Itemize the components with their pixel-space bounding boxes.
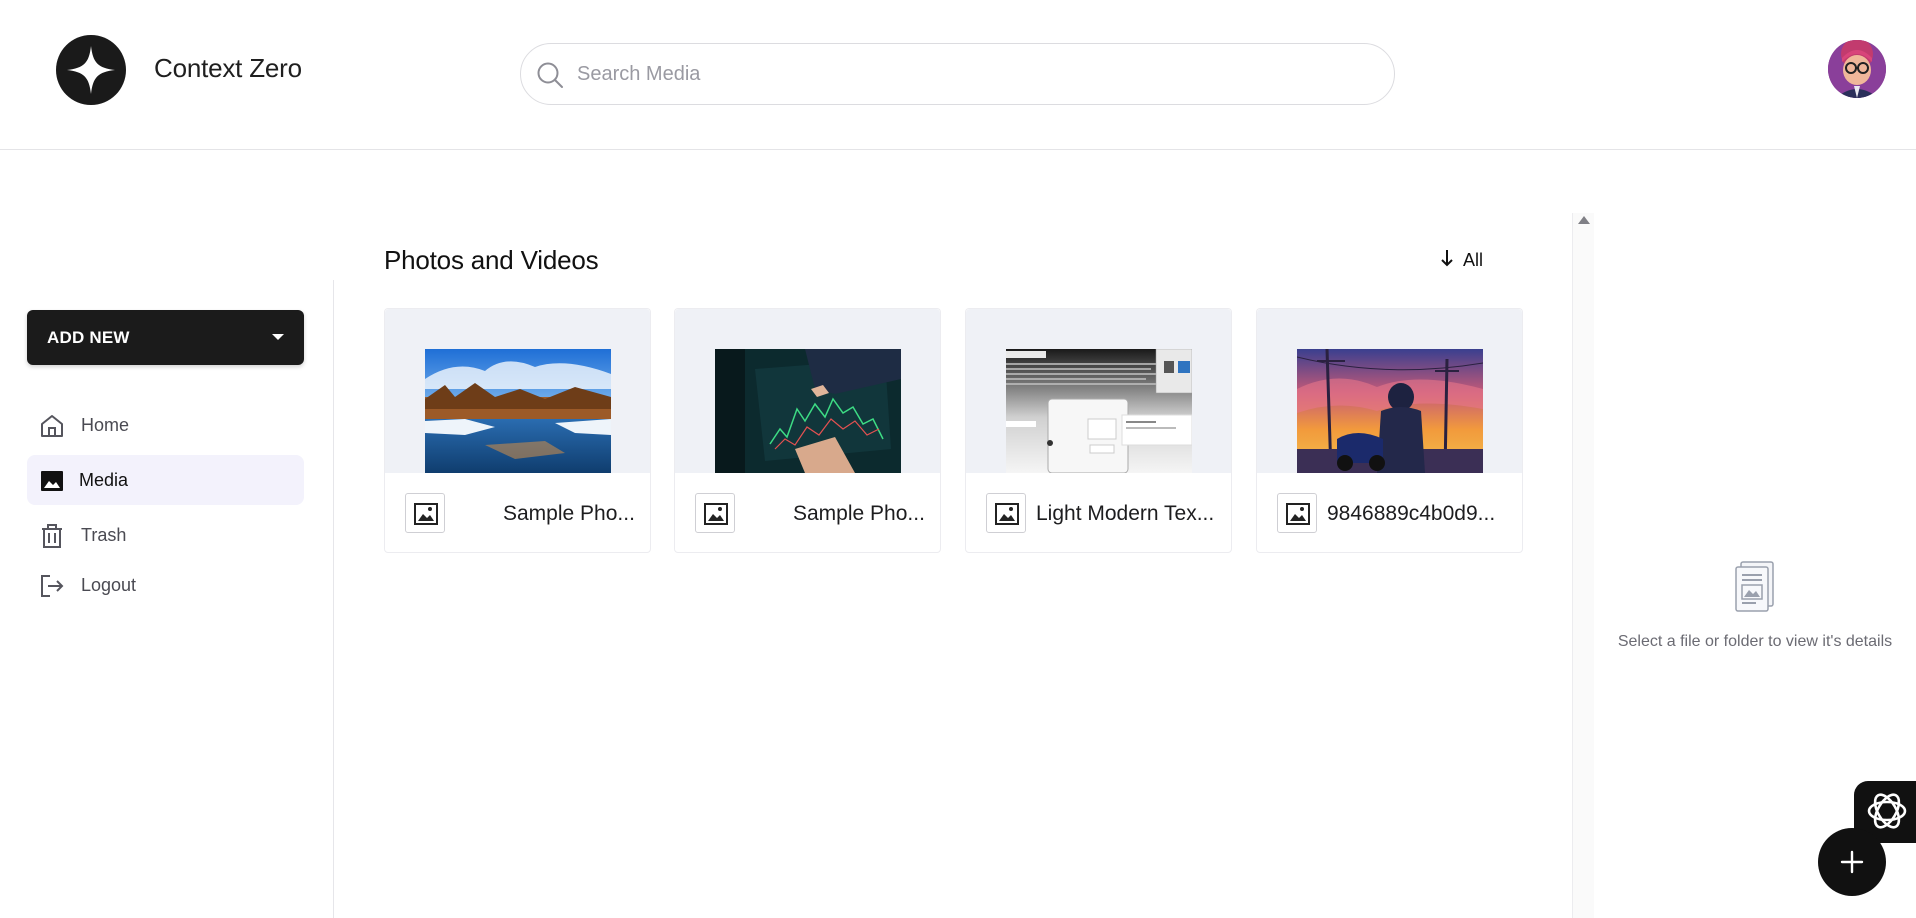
file-name: 9846889c4b0d9... (1327, 502, 1496, 525)
image-file-icon (405, 493, 445, 533)
media-card[interactable]: Light Modern Tex... (965, 308, 1232, 553)
thumbnail-image (1297, 349, 1483, 473)
app-logo-icon[interactable] (56, 35, 126, 105)
sidebar-item-label: Logout (81, 575, 137, 595)
file-name: Light Modern Tex... (1036, 502, 1215, 525)
sidebar-item-logout[interactable]: Logout (27, 560, 304, 610)
media-card[interactable]: Sample Pho... (674, 308, 941, 553)
image-file-icon (986, 493, 1026, 533)
image-file-icon (695, 493, 735, 533)
add-floating-button[interactable] (1818, 828, 1886, 896)
home-icon (39, 413, 65, 439)
thumbnail-area (385, 309, 650, 473)
file-name: Sample Pho... (793, 502, 925, 525)
sidebar: ADD NEW Home Media Trash Logout (0, 280, 334, 918)
sidebar-item-label: Trash (81, 525, 127, 545)
search-icon (535, 60, 565, 95)
media-card[interactable]: Sample Pho... (384, 308, 651, 553)
image-icon (39, 468, 65, 494)
scroll-up-icon[interactable] (1578, 216, 1590, 224)
trash-icon (39, 523, 65, 549)
sidebar-item-label: Home (81, 415, 130, 435)
thumbnail-area (1257, 309, 1522, 473)
user-avatar[interactable] (1828, 40, 1886, 98)
add-new-button[interactable]: ADD NEW (27, 310, 304, 365)
thumbnail-area (675, 309, 940, 473)
sidebar-item-trash[interactable]: Trash (27, 510, 304, 560)
image-file-icon (1277, 493, 1317, 533)
app-title: Context Zero (154, 53, 302, 83)
search-bar[interactable] (520, 43, 1395, 105)
sidebar-item-media[interactable]: Media (27, 455, 304, 505)
thumbnail-area (966, 309, 1231, 473)
arrow-down-icon (1440, 248, 1454, 273)
sidebar-item-home[interactable]: Home (27, 400, 304, 450)
thumbnail-image (1006, 349, 1192, 473)
search-input[interactable] (577, 56, 1357, 92)
document-preview-icon (1733, 560, 1777, 619)
top-header: Context Zero (0, 0, 1916, 150)
thumbnail-image (715, 349, 901, 473)
scrollbar[interactable] (1572, 213, 1594, 918)
logout-icon (39, 573, 65, 599)
thumbnail-image (425, 349, 611, 473)
media-card[interactable]: 9846889c4b0d9... (1256, 308, 1523, 553)
sort-label: All (1463, 250, 1484, 270)
add-new-label: ADD NEW (47, 328, 130, 347)
caret-down-icon (272, 334, 284, 340)
file-name: Sample Pho... (503, 502, 635, 525)
section-title: Photos and Videos (384, 245, 599, 275)
sidebar-item-label: Media (79, 470, 129, 490)
details-empty-text: Select a file or folder to view it's det… (1617, 633, 1893, 650)
